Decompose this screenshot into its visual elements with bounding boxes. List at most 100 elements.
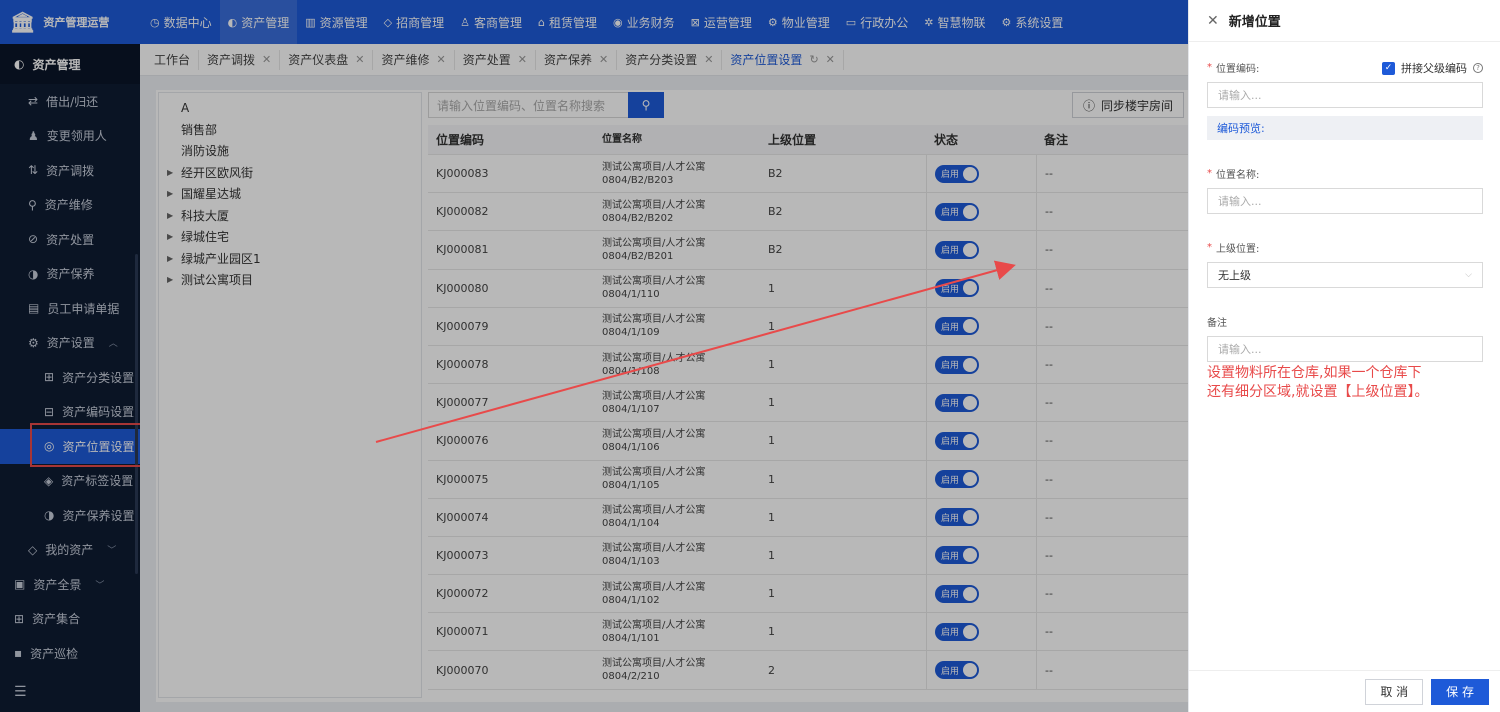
table-row[interactable]: KJ000073 测试公寓项目/人才公寓0804/1/103 1 启用 --: [428, 536, 1188, 576]
save-button[interactable]: 保 存: [1431, 678, 1489, 705]
help-icon[interactable]: ?: [1473, 63, 1483, 73]
status-toggle[interactable]: 启用: [935, 164, 979, 183]
table-row[interactable]: KJ000082 测试公寓项目/人才公寓0804/B2/B202 B2 启用 -…: [428, 193, 1188, 232]
table-row[interactable]: KJ000083 测试公寓项目/人才公寓0804/B2/B203 B2 启用 -…: [428, 155, 1188, 194]
close-tab-icon[interactable]: ✕: [518, 53, 527, 66]
table-row[interactable]: KJ000074 测试公寓项目/人才公寓0804/1/104 1 启用 --: [428, 498, 1188, 537]
app-logo[interactable]: 🏛 资产管理运营: [0, 0, 142, 44]
table-row[interactable]: KJ000070 测试公寓项目/人才公寓0804/2/210 2 启用 --: [428, 651, 1188, 690]
status-toggle[interactable]: 启用: [935, 508, 979, 527]
close-tab-icon[interactable]: ✕: [355, 53, 364, 66]
status-toggle[interactable]: 启用: [935, 470, 979, 489]
table-row[interactable]: KJ000080 测试公寓项目/人才公寓0804/1/110 1 启用 --: [428, 269, 1188, 308]
nav-item-9[interactable]: ▭ 行政办公: [838, 0, 916, 44]
nav-item-3[interactable]: ◇ 招商管理: [376, 0, 452, 44]
sidebar-item[interactable]: ▪ 资产巡检: [0, 636, 140, 671]
name-input[interactable]: 请输入...: [1207, 188, 1483, 214]
tab-3[interactable]: 资产维修 ✕: [373, 49, 455, 70]
sidebar-item[interactable]: ⇄ 借出/归还: [0, 84, 140, 119]
table-row[interactable]: KJ000077 测试公寓项目/人才公寓0804/1/107 1 启用 --: [428, 384, 1188, 423]
tree-node[interactable]: A: [159, 97, 421, 119]
search-input[interactable]: 请输入位置编码、位置名称搜索: [428, 92, 628, 118]
status-toggle[interactable]: 启用: [935, 546, 979, 565]
code-input[interactable]: 请输入...: [1207, 82, 1483, 108]
close-tab-icon[interactable]: ✕: [704, 53, 713, 66]
tree-node[interactable]: ▶ 绿城产业园区1: [159, 248, 421, 270]
tab-6[interactable]: 资产分类设置 ✕: [617, 49, 723, 70]
tree-node[interactable]: ▶ 经开区欧风街: [159, 162, 421, 184]
sidebar-scrollbar[interactable]: [135, 254, 138, 574]
sidebar-item[interactable]: ◑ 资产保养: [0, 257, 140, 292]
sync-rooms-button[interactable]: ⓘ 同步楼宇房间: [1071, 92, 1184, 118]
sidebar-item[interactable]: ⊘ 资产处置: [0, 222, 140, 257]
nav-item-6[interactable]: ◉ 业务财务: [605, 0, 683, 44]
table-row[interactable]: KJ000072 测试公寓项目/人才公寓0804/1/102 1 启用 --: [428, 575, 1188, 614]
caret-right-icon[interactable]: ▶: [167, 275, 181, 284]
caret-right-icon[interactable]: ▶: [167, 168, 181, 177]
close-icon[interactable]: ✕: [1207, 13, 1219, 29]
tree-node[interactable]: ▶ 科技大厦: [159, 205, 421, 227]
tab-5[interactable]: 资产保养 ✕: [536, 49, 618, 70]
tab-2[interactable]: 资产仪表盘 ✕: [280, 49, 374, 70]
close-tab-icon[interactable]: ✕: [262, 53, 271, 66]
status-toggle[interactable]: 启用: [935, 622, 979, 641]
close-tab-icon[interactable]: ✕: [437, 53, 446, 66]
table-row[interactable]: KJ000076 测试公寓项目/人才公寓0804/1/106 1 启用 --: [428, 422, 1188, 461]
nav-item-7[interactable]: ⊠ 运营管理: [683, 0, 760, 44]
parent-select[interactable]: 无上级 ⌵: [1207, 262, 1483, 288]
status-toggle[interactable]: 启用: [935, 279, 979, 298]
sidebar-item[interactable]: ⊞ 资产分类设置: [0, 360, 140, 395]
concat-parent-code-checkbox[interactable]: ✓ 拼接父级编码 ?: [1382, 60, 1483, 76]
remark-input[interactable]: 请输入...: [1207, 336, 1483, 362]
sidebar-item[interactable]: ◈ 资产标签设置: [0, 464, 140, 499]
table-row[interactable]: KJ000079 测试公寓项目/人才公寓0804/1/109 1 启用 --: [428, 307, 1188, 346]
sidebar-item[interactable]: ◑ 资产保养设置: [0, 498, 140, 533]
status-toggle[interactable]: 启用: [935, 355, 979, 374]
status-toggle[interactable]: 启用: [935, 431, 979, 450]
tree-node[interactable]: 销售部: [159, 119, 421, 141]
tree-node[interactable]: ▶ 绿城住宅: [159, 226, 421, 248]
table-row[interactable]: KJ000081 测试公寓项目/人才公寓0804/B2/B201 B2 启用 -…: [428, 231, 1188, 270]
caret-right-icon[interactable]: ▶: [167, 189, 181, 198]
sidebar-item[interactable]: ⊟ 资产编码设置: [0, 395, 140, 430]
tab-1[interactable]: 资产调拨 ✕: [199, 49, 281, 70]
status-toggle[interactable]: 启用: [935, 584, 979, 603]
table-row[interactable]: KJ000075 测试公寓项目/人才公寓0804/1/105 1 启用 --: [428, 460, 1188, 499]
refresh-icon[interactable]: ↻: [809, 53, 818, 66]
table-row[interactable]: KJ000071 测试公寓项目/人才公寓0804/1/101 1 启用 --: [428, 613, 1188, 652]
caret-right-icon[interactable]: ▶: [167, 232, 181, 241]
collapse-menu-icon[interactable]: ☰: [14, 684, 27, 700]
cancel-button[interactable]: 取 消: [1365, 678, 1424, 705]
status-toggle[interactable]: 启用: [935, 393, 979, 412]
sidebar-item[interactable]: ⇅ 资产调拨: [0, 153, 140, 188]
status-toggle[interactable]: 启用: [935, 661, 979, 680]
sidebar-item[interactable]: ⚲ 资产维修: [0, 188, 140, 223]
nav-item-10[interactable]: ✲ 智慧物联: [916, 0, 993, 44]
close-tab-icon[interactable]: ✕: [826, 53, 835, 66]
nav-item-1[interactable]: ◐ 资产管理: [219, 0, 298, 44]
sidebar-item[interactable]: ▤ 员工申请单据: [0, 291, 140, 326]
nav-item-11[interactable]: ⚙ 系统设置: [993, 0, 1071, 44]
tab-0[interactable]: 工作台: [146, 49, 200, 70]
status-toggle[interactable]: 启用: [935, 240, 979, 259]
close-tab-icon[interactable]: ✕: [599, 53, 608, 66]
sidebar-item[interactable]: ♟ 变更领用人: [0, 119, 140, 154]
sidebar-item[interactable]: ⚙ 资产设置 ︿: [0, 326, 140, 361]
tree-node[interactable]: ▶ 国耀星达城: [159, 183, 421, 205]
caret-right-icon[interactable]: ▶: [167, 254, 181, 263]
sidebar-item[interactable]: ⊞ 资产集合: [0, 602, 140, 637]
nav-item-4[interactable]: ♙ 客商管理: [452, 0, 530, 44]
sidebar-item[interactable]: ▣ 资产全景 ﹀: [0, 567, 140, 602]
tab-4[interactable]: 资产处置 ✕: [455, 49, 536, 70]
nav-item-8[interactable]: ⚙ 物业管理: [760, 0, 838, 44]
status-toggle[interactable]: 启用: [935, 202, 979, 221]
sidebar-item[interactable]: ◇ 我的资产 ﹀: [0, 533, 140, 568]
tree-node[interactable]: ▶ 测试公寓项目: [159, 269, 421, 291]
status-toggle[interactable]: 启用: [935, 317, 979, 336]
nav-item-2[interactable]: ▥ 资源管理: [297, 0, 375, 44]
sidebar-header[interactable]: ◐ 资产管理: [0, 44, 140, 84]
tab-7[interactable]: 资产位置设置 ↻ ✕: [722, 49, 844, 70]
tree-node[interactable]: 消防设施: [159, 140, 421, 162]
nav-item-5[interactable]: ⌂ 租赁管理: [530, 0, 605, 44]
nav-item-0[interactable]: ◷ 数据中心: [142, 0, 220, 44]
